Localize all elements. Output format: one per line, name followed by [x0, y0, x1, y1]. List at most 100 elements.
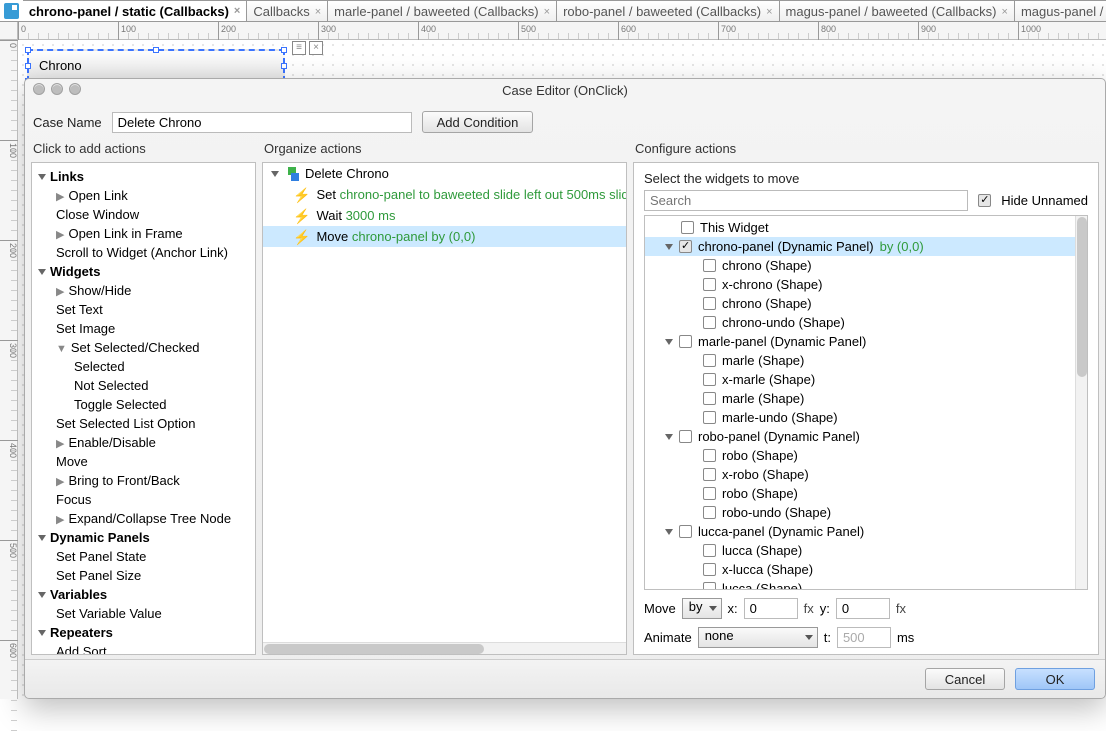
window-traffic-lights[interactable] [33, 83, 81, 95]
action-item[interactable]: ▶Expand/Collapse Tree Node [32, 509, 255, 528]
actions-list[interactable]: Links▶Open LinkClose Window▶Open Link in… [31, 162, 256, 655]
widget-checkbox[interactable] [681, 221, 694, 234]
widget-checkbox[interactable] [703, 582, 716, 589]
hide-unnamed-checkbox[interactable] [978, 194, 991, 207]
action-item[interactable]: Set Variable Value [32, 604, 255, 623]
ok-button[interactable]: OK [1015, 668, 1095, 690]
widget-tree-row[interactable]: robo-undo (Shape) [645, 503, 1075, 522]
widget-search-input[interactable] [644, 190, 968, 211]
close-icon[interactable]: × [315, 6, 321, 18]
widget-checkbox[interactable] [703, 316, 716, 329]
action-item[interactable]: ▶Open Link [32, 186, 255, 205]
widget-checkbox[interactable] [703, 506, 716, 519]
close-icon[interactable]: × [1002, 6, 1008, 18]
close-icon[interactable]: × [309, 41, 323, 55]
widget-checkbox[interactable] [703, 278, 716, 291]
action-item[interactable]: Close Window [32, 205, 255, 224]
organize-action-row[interactable]: ⚡Wait 3000 ms [263, 205, 626, 226]
move-mode-select[interactable]: by [682, 598, 722, 619]
action-item[interactable]: Set Text [32, 300, 255, 319]
y-input[interactable] [836, 598, 890, 619]
close-icon[interactable]: × [766, 6, 772, 18]
action-category[interactable]: Links [32, 167, 255, 186]
action-item[interactable]: Focus [32, 490, 255, 509]
action-subitem[interactable]: Toggle Selected [32, 395, 255, 414]
action-category[interactable]: Variables [32, 585, 255, 604]
action-item[interactable]: Set Image [32, 319, 255, 338]
widget-tree-row[interactable]: marle-panel (Dynamic Panel) [645, 332, 1075, 351]
action-item[interactable]: ▶Bring to Front/Back [32, 471, 255, 490]
organize-action-row[interactable]: ⚡Move chrono-panel by (0,0) [263, 226, 626, 247]
widget-tree-row[interactable]: marle-undo (Shape) [645, 408, 1075, 427]
widget-tree-row[interactable]: lucca-panel (Dynamic Panel) [645, 522, 1075, 541]
widget-tree-row[interactable]: chrono-undo (Shape) [645, 313, 1075, 332]
chevron-down-icon[interactable] [665, 529, 673, 535]
widget-checkbox[interactable] [703, 487, 716, 500]
widget-checkbox[interactable] [703, 354, 716, 367]
horizontal-scrollbar[interactable] [263, 642, 626, 654]
add-condition-button[interactable]: Add Condition [422, 111, 534, 133]
widget-tree-row[interactable]: x-marle (Shape) [645, 370, 1075, 389]
widget-checkbox[interactable] [679, 240, 692, 253]
modal-titlebar[interactable]: Case Editor (OnClick) [25, 79, 1105, 101]
action-item[interactable]: Scroll to Widget (Anchor Link) [32, 243, 255, 262]
widget-tree-row[interactable]: marle (Shape) [645, 351, 1075, 370]
action-item[interactable]: ▼Set Selected/Checked [32, 338, 255, 357]
x-input[interactable] [744, 598, 798, 619]
case-name-input[interactable] [112, 112, 412, 133]
widget-checkbox[interactable] [703, 563, 716, 576]
action-subitem[interactable]: Not Selected [32, 376, 255, 395]
organize-action-row[interactable]: ⚡Set chrono-panel to baweeted slide left… [263, 184, 626, 205]
widget-tree-row[interactable]: This Widget [645, 218, 1075, 237]
widget-checkbox[interactable] [703, 468, 716, 481]
widget-tree[interactable]: This Widgetchrono-panel (Dynamic Panel) … [645, 216, 1075, 589]
widget-tree-row[interactable]: marle (Shape) [645, 389, 1075, 408]
widget-tree-row[interactable]: chrono (Shape) [645, 294, 1075, 313]
action-category[interactable]: Repeaters [32, 623, 255, 642]
document-tab[interactable]: chrono-panel / static (Callbacks)× [23, 0, 248, 21]
widget-checkbox[interactable] [703, 373, 716, 386]
widget-checkbox[interactable] [679, 430, 692, 443]
close-icon[interactable]: × [234, 5, 240, 17]
fx-x-button[interactable]: fx [804, 601, 814, 616]
organize-tree[interactable]: Delete Chrono ⚡Set chrono-panel to bawee… [262, 162, 627, 655]
chevron-down-icon[interactable] [271, 171, 279, 177]
document-tab[interactable]: magus-panel / static (Callb× [1015, 0, 1106, 21]
widget-tree-row[interactable]: x-chrono (Shape) [645, 275, 1075, 294]
widget-checkbox[interactable] [679, 335, 692, 348]
widget-tree-row[interactable]: lucca (Shape) [645, 541, 1075, 560]
animate-mode-select[interactable]: none [698, 627, 818, 648]
vertical-scrollbar[interactable] [1075, 216, 1087, 589]
widget-tree-row[interactable]: robo (Shape) [645, 484, 1075, 503]
document-tab[interactable]: magus-panel / baweeted (Callbacks)× [780, 0, 1015, 21]
widget-checkbox[interactable] [703, 259, 716, 272]
action-item[interactable]: Set Panel Size [32, 566, 255, 585]
widget-checkbox[interactable] [703, 544, 716, 557]
action-item[interactable]: ▶Open Link in Frame [32, 224, 255, 243]
widget-checkbox[interactable] [703, 392, 716, 405]
chevron-down-icon[interactable] [665, 434, 673, 440]
widget-checkbox[interactable] [703, 449, 716, 462]
document-tab[interactable]: Callbacks× [247, 0, 328, 21]
document-tab[interactable]: robo-panel / baweeted (Callbacks)× [557, 0, 779, 21]
document-tab[interactable]: marle-panel / baweeted (Callbacks)× [328, 0, 557, 21]
widget-checkbox[interactable] [703, 411, 716, 424]
action-item[interactable]: Set Selected List Option [32, 414, 255, 433]
action-category[interactable]: Widgets [32, 262, 255, 281]
widget-tree-row[interactable]: chrono (Shape) [645, 256, 1075, 275]
widget-tree-row[interactable]: x-robo (Shape) [645, 465, 1075, 484]
action-item[interactable]: Add Sort [32, 642, 255, 655]
action-item[interactable]: ▶Show/Hide [32, 281, 255, 300]
action-subitem[interactable]: Selected [32, 357, 255, 376]
chevron-down-icon[interactable] [665, 244, 673, 250]
action-item[interactable]: ▶Enable/Disable [32, 433, 255, 452]
close-icon[interactable]: × [544, 6, 550, 18]
action-item[interactable]: Set Panel State [32, 547, 255, 566]
action-category[interactable]: Dynamic Panels [32, 528, 255, 547]
fx-y-button[interactable]: fx [896, 601, 906, 616]
action-item[interactable]: Move [32, 452, 255, 471]
widget-tree-row[interactable]: lucca (Shape) [645, 579, 1075, 589]
widget-checkbox[interactable] [703, 297, 716, 310]
case-row[interactable]: Delete Chrono [263, 163, 626, 184]
widget-tree-row[interactable]: chrono-panel (Dynamic Panel) by (0,0) [645, 237, 1075, 256]
